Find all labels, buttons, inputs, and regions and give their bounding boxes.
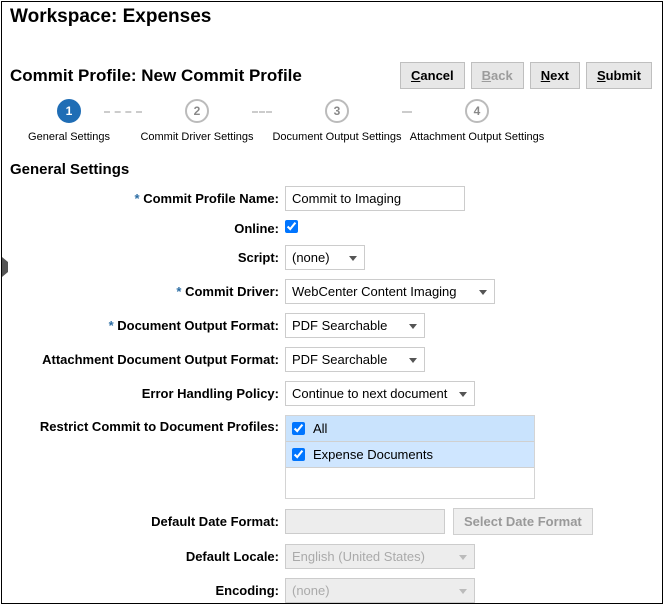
label-default-locale: Default Locale: — [10, 549, 285, 564]
doc-output-format-select[interactable]: PDF Searchable — [285, 313, 425, 338]
button-bar: Cancel Back Next Submit — [400, 62, 652, 89]
submit-button[interactable]: Submit — [586, 62, 652, 89]
expand-handle-icon[interactable] — [2, 257, 8, 277]
wizard-step-number: 4 — [465, 99, 489, 123]
wizard-step-general[interactable]: 1 General Settings — [24, 99, 114, 143]
profile-expense-label: Expense Documents — [313, 447, 433, 462]
script-select[interactable]: (none) — [285, 245, 365, 270]
wizard-step-attout[interactable]: 4 Attachment Output Settings — [402, 99, 552, 143]
workspace-title: Workspace: Expenses — [2, 2, 662, 34]
att-output-format-select[interactable]: PDF Searchable — [285, 347, 425, 372]
wizard-step-label: Commit Driver Settings — [140, 131, 253, 143]
profile-list-empty-space — [286, 468, 534, 498]
label-doc-output-format: Document Output Format: — [10, 318, 285, 333]
wizard-step-driver[interactable]: 2 Commit Driver Settings — [132, 99, 262, 143]
cancel-button[interactable]: Cancel — [400, 62, 465, 89]
label-commit-driver: Commit Driver: — [10, 284, 285, 299]
label-att-output-format: Attachment Document Output Format: — [10, 352, 285, 367]
wizard-step-number: 2 — [185, 99, 209, 123]
select-date-format-button: Select Date Format — [453, 508, 593, 535]
wizard-step-label: General Settings — [28, 131, 110, 143]
label-online: Online: — [10, 221, 285, 236]
commit-profile-name-input[interactable] — [285, 186, 465, 211]
label-encoding: Encoding: — [10, 583, 285, 598]
wizard-stepper: 1 General Settings 2 Commit Driver Setti… — [24, 99, 652, 143]
profile-all-checkbox[interactable] — [292, 422, 305, 435]
wizard-step-number: 3 — [325, 99, 349, 123]
default-locale-select: English (United States) — [285, 544, 475, 569]
label-script: Script: — [10, 250, 285, 265]
wizard-step-number: 1 — [57, 99, 81, 123]
profile-row-all[interactable]: All — [286, 416, 534, 442]
label-restrict-profiles: Restrict Commit to Document Profiles: — [10, 415, 285, 434]
label-default-date-format: Default Date Format: — [10, 514, 285, 529]
section-title-general: General Settings — [10, 161, 652, 178]
default-date-format-input — [285, 509, 445, 534]
wizard-step-label: Document Output Settings — [272, 131, 401, 143]
wizard-step-docout[interactable]: 3 Document Output Settings — [262, 99, 412, 143]
error-handling-select[interactable]: Continue to next document — [285, 381, 475, 406]
profile-row-expense[interactable]: Expense Documents — [286, 442, 534, 468]
wizard-step-label: Attachment Output Settings — [410, 131, 545, 143]
profile-expense-checkbox[interactable] — [292, 448, 305, 461]
encoding-select: (none) — [285, 578, 475, 603]
profile-all-label: All — [313, 421, 327, 436]
restrict-profiles-list: All Expense Documents — [285, 415, 535, 499]
commit-driver-select[interactable]: WebCenter Content Imaging — [285, 279, 495, 304]
label-commit-profile-name: Commit Profile Name: — [10, 191, 285, 206]
back-button: Back — [471, 62, 524, 89]
online-checkbox[interactable] — [285, 220, 298, 233]
next-button[interactable]: Next — [530, 62, 580, 89]
commit-profile-title: Commit Profile: New Commit Profile — [10, 66, 302, 86]
label-error-handling: Error Handling Policy: — [10, 386, 285, 401]
